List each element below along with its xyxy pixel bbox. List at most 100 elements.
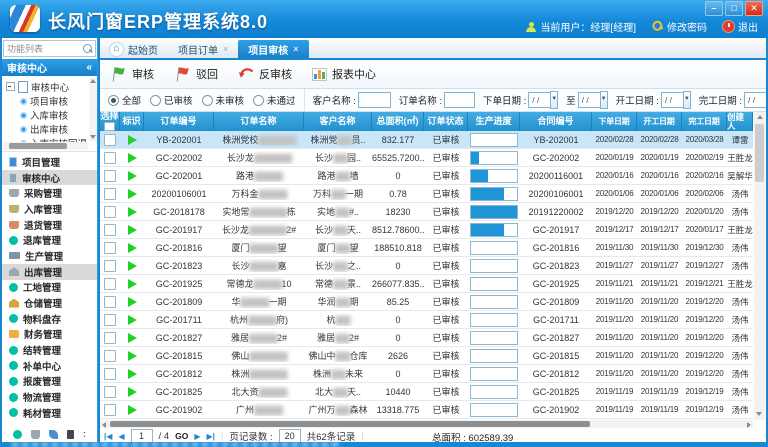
row-checkbox[interactable] — [104, 170, 116, 182]
sidebar-menu-item[interactable]: 出库管理 — [2, 264, 97, 280]
customer-name-input[interactable] — [358, 92, 391, 108]
maximize-button[interactable]: □ — [725, 1, 743, 16]
table-row[interactable]: GC-201925 常德龙██████10 常德███景.. 266077.83… — [100, 275, 753, 293]
order-name-input[interactable] — [444, 92, 475, 108]
sidebar-menu-item[interactable]: 采购管理 — [2, 185, 97, 201]
row-checkbox[interactable] — [104, 152, 116, 164]
tab-close-icon[interactable]: × — [223, 44, 228, 54]
last-page-button[interactable]: ▶| — [207, 432, 215, 441]
dropdown-icon[interactable]: ▼ — [600, 91, 608, 109]
col-finish-date[interactable]: 完工日期 — [682, 112, 727, 131]
dropdown-icon[interactable]: ▼ — [550, 91, 558, 109]
tree-root-audit-center[interactable]: 审核中心 — [6, 79, 97, 94]
row-checkbox[interactable] — [104, 278, 116, 290]
table-row[interactable]: GC-201917 长沙龙████████2# 长沙███天.. 8512.78… — [100, 221, 753, 239]
tab[interactable]: ⌂ 起始页 × — [100, 40, 168, 58]
row-checkbox[interactable] — [104, 314, 116, 326]
sidebar-menu-item[interactable]: 报废管理 — [2, 374, 97, 390]
minimize-button[interactable]: – — [705, 1, 723, 16]
scroll-down-icon[interactable] — [756, 412, 762, 416]
close-button[interactable]: ✕ — [745, 1, 763, 16]
grid-vertical-scrollbar[interactable] — [754, 112, 765, 420]
next-page-button[interactable]: ▶ — [194, 432, 200, 441]
col-contract[interactable]: 合同编号 — [520, 112, 592, 131]
col-area[interactable]: 总面积(㎡) — [372, 112, 424, 131]
function-search-input[interactable]: 功能列表 — [3, 40, 96, 57]
sidebar-menu-item[interactable]: 工地管理 — [2, 280, 97, 296]
scroll-right-icon[interactable] — [747, 422, 751, 428]
row-checkbox[interactable] — [104, 404, 116, 416]
page-number-input[interactable]: 1 — [131, 429, 153, 443]
table-row[interactable]: GC-201825 北大资██████ 北大███天.. 10440 已审核 G… — [100, 383, 753, 401]
finish-date-input[interactable]: / / — [744, 92, 766, 108]
scroll-up-icon[interactable] — [90, 79, 96, 83]
collapse-icon[interactable]: « — [86, 62, 92, 73]
table-row[interactable]: GC-201711 杭州██████府) 杭███ 0 已审核 GC-20171… — [100, 311, 753, 329]
sidebar-menu-item[interactable]: 物流管理 — [2, 389, 97, 405]
col-status[interactable]: 订单状态 — [424, 112, 468, 131]
tree-vertical-scrollbar[interactable] — [89, 78, 97, 141]
cart-icon[interactable] — [31, 430, 40, 439]
row-checkbox[interactable] — [104, 332, 116, 344]
table-row[interactable]: GC-201823 长沙██████嘉 长沙███之.. 0 已审核 GC-20… — [100, 257, 753, 275]
sidebar-menu-item[interactable]: 耗材管理 — [2, 405, 97, 421]
sidebar-menu-item[interactable]: 结转管理 — [2, 342, 97, 358]
page-size-input[interactable]: 20 — [279, 429, 301, 443]
unaudit-button[interactable]: 反审核 — [238, 66, 292, 82]
row-checkbox[interactable] — [104, 260, 116, 272]
table-row[interactable]: GC-202002 长沙龙████████ 长沙███园.. 65525.720… — [100, 149, 753, 167]
col-start-date[interactable]: 开工日期 — [637, 112, 682, 131]
table-row[interactable]: GC-202001 路港██████ 路港███墙 0 已审核 20200116… — [100, 167, 753, 185]
col-customer[interactable]: 客户名称 — [304, 112, 372, 131]
logout-button[interactable]: 退出 — [723, 19, 758, 34]
row-checkbox[interactable] — [104, 386, 116, 398]
scroll-thumb[interactable] — [755, 124, 764, 182]
table-row[interactable]: YB-202001 株洲党校████████ 株洲党███员.. 832.177… — [100, 131, 753, 149]
audit-button[interactable]: 审核 — [110, 66, 154, 82]
more-icon[interactable]: : — [83, 429, 86, 439]
sidebar-menu-item[interactable]: 项目管理 — [2, 154, 97, 170]
change-password-button[interactable]: 修改密码 — [652, 19, 707, 34]
tree-expander-icon[interactable] — [6, 82, 15, 91]
sidebar-menu-item[interactable]: 物料盘存 — [2, 311, 97, 327]
reject-button[interactable]: 驳回 — [174, 66, 218, 82]
book-icon[interactable] — [67, 430, 74, 439]
row-checkbox[interactable] — [104, 350, 116, 362]
tab-close-icon[interactable]: × — [293, 44, 298, 54]
start-date-input[interactable]: / / — [661, 92, 683, 108]
table-row[interactable]: GC-201816 厦门██████望 厦门███望 188510.818 已审… — [100, 239, 753, 257]
table-row[interactable]: GC-201812 株洲████████ 株洲███未来 0 已审核 GC-20… — [100, 365, 753, 383]
tree-item[interactable]: 项目审核 — [6, 94, 97, 108]
col-order-name[interactable]: 订单名称 — [214, 112, 304, 131]
sidebar-menu-item[interactable]: 退库管理 — [2, 232, 97, 248]
status-radio[interactable]: 全部 — [108, 93, 141, 107]
sidebar-menu-item[interactable]: 补单中心 — [2, 358, 97, 374]
status-radio[interactable]: 未审核 — [202, 93, 245, 107]
col-progress[interactable]: 生产进度 — [468, 112, 520, 131]
tree-item[interactable]: 出库审核 — [6, 122, 97, 136]
order-date-to-input[interactable]: / / — [578, 92, 600, 108]
grid-horizontal-scrollbar[interactable] — [100, 420, 753, 428]
leaf-icon[interactable] — [49, 430, 58, 439]
table-row[interactable]: 20200106001 万科金██████ 万科███一期 0.78 已审核 2… — [100, 185, 753, 203]
sidebar-menu-item[interactable]: 入库管理 — [2, 201, 97, 217]
scroll-down-icon[interactable] — [90, 135, 96, 139]
order-date-from-input[interactable]: / / — [528, 92, 550, 108]
tree-horizontal-scrollbar[interactable] — [3, 142, 88, 150]
row-checkbox[interactable] — [104, 224, 116, 236]
tree-item[interactable]: 入库审核 — [6, 108, 97, 122]
row-checkbox[interactable] — [104, 368, 116, 380]
sidebar-menu-item[interactable]: 财务管理 — [2, 327, 97, 343]
sidebar-menu-item[interactable]: 审核中心 — [2, 170, 97, 186]
table-row[interactable]: GC-201809 华██████一期 华润███期 85.25 已审核 GC-… — [100, 293, 753, 311]
status-radio[interactable]: 已审核 — [150, 93, 193, 107]
table-row[interactable]: GC-2018178 实地常████████栋 实地███#.. 18230 已… — [100, 203, 753, 221]
prev-page-button[interactable]: ◀ — [118, 432, 124, 441]
table-row[interactable]: GC-201902 广州██████ 广州万███森林 13318.775 已审… — [100, 401, 753, 419]
tab[interactable]: ⌂ 项目审核 × — [238, 40, 308, 58]
first-page-button[interactable]: |◀ — [104, 432, 112, 441]
table-row[interactable]: GC-201827 雅居██████2# 雅居███2# 0 已审核 GC-20… — [100, 329, 753, 347]
scroll-up-icon[interactable] — [757, 115, 763, 119]
tab[interactable]: ⌂ 项目订单 × — [168, 40, 238, 58]
scroll-thumb[interactable] — [110, 421, 590, 427]
